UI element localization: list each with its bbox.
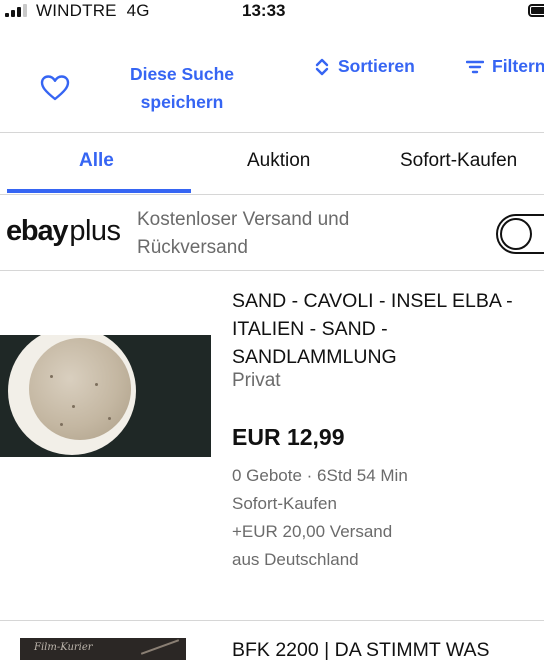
signal-strength-icon	[5, 4, 31, 17]
save-search-label-line2: speichern	[140, 92, 224, 112]
listing-image[interactable]: Film-Kurier	[20, 638, 186, 660]
ebay-plus-logo: ebayplus	[6, 215, 121, 247]
shipping-cost: +EUR 20,00 Versand	[232, 522, 393, 541]
seller-type: Privat	[232, 370, 281, 391]
save-search-label-line1: Diese Suche	[129, 64, 235, 84]
listing-price: EUR 12,99	[232, 424, 345, 450]
filter-lines-icon	[466, 60, 484, 73]
status-bar: WINDTRE 4G 13:33	[0, 0, 544, 24]
divider	[0, 270, 544, 271]
item-location: aus Deutschland	[232, 550, 359, 569]
save-search-button[interactable]: Diese Suche speichern	[118, 60, 246, 116]
ebay-plus-filter-row: ebayplus Kostenloser Versand und Rückver…	[0, 196, 544, 270]
ebay-plus-toggle[interactable]	[496, 214, 544, 254]
tab-all[interactable]: Alle	[79, 150, 114, 172]
listing-type-tabs: Alle Auktion Sofort-Kaufen	[0, 134, 544, 194]
battery-icon	[528, 4, 544, 17]
divider	[0, 620, 544, 621]
filter-label: Filtern	[492, 56, 544, 76]
listing-title[interactable]: BFK 2200 | DA STIMMT WAS	[232, 636, 544, 660]
sort-label: Sortieren	[338, 56, 415, 76]
filter-button[interactable]: Filtern	[466, 56, 544, 77]
divider	[0, 132, 544, 133]
free-shipping-returns-label: Kostenloser Versand und Rückversand	[137, 209, 350, 258]
carrier-name: WINDTRE 4G	[36, 1, 150, 20]
listing-image[interactable]	[0, 335, 211, 457]
status-time: 13:33	[242, 1, 286, 20]
search-actions-bar: Diese Suche speichern Sortieren Filtern	[0, 46, 544, 124]
bids-time-left: 0 Gebote · 6Std 54 Min	[232, 466, 408, 485]
heart-icon[interactable]	[40, 74, 70, 102]
listing-title[interactable]: SAND - CAVOLI - INSEL ELBA - ITALIEN - S…	[232, 287, 544, 371]
listing-format: Sofort-Kaufen	[232, 494, 337, 513]
tab-auction[interactable]: Auktion	[247, 150, 310, 172]
thumbnail-text: Film-Kurier	[34, 642, 93, 653]
tab-buy-now[interactable]: Sofort-Kaufen	[400, 150, 517, 172]
divider	[0, 194, 544, 195]
active-tab-indicator	[7, 189, 191, 193]
sort-arrows-icon	[315, 58, 329, 75]
sort-button[interactable]: Sortieren	[314, 56, 415, 77]
